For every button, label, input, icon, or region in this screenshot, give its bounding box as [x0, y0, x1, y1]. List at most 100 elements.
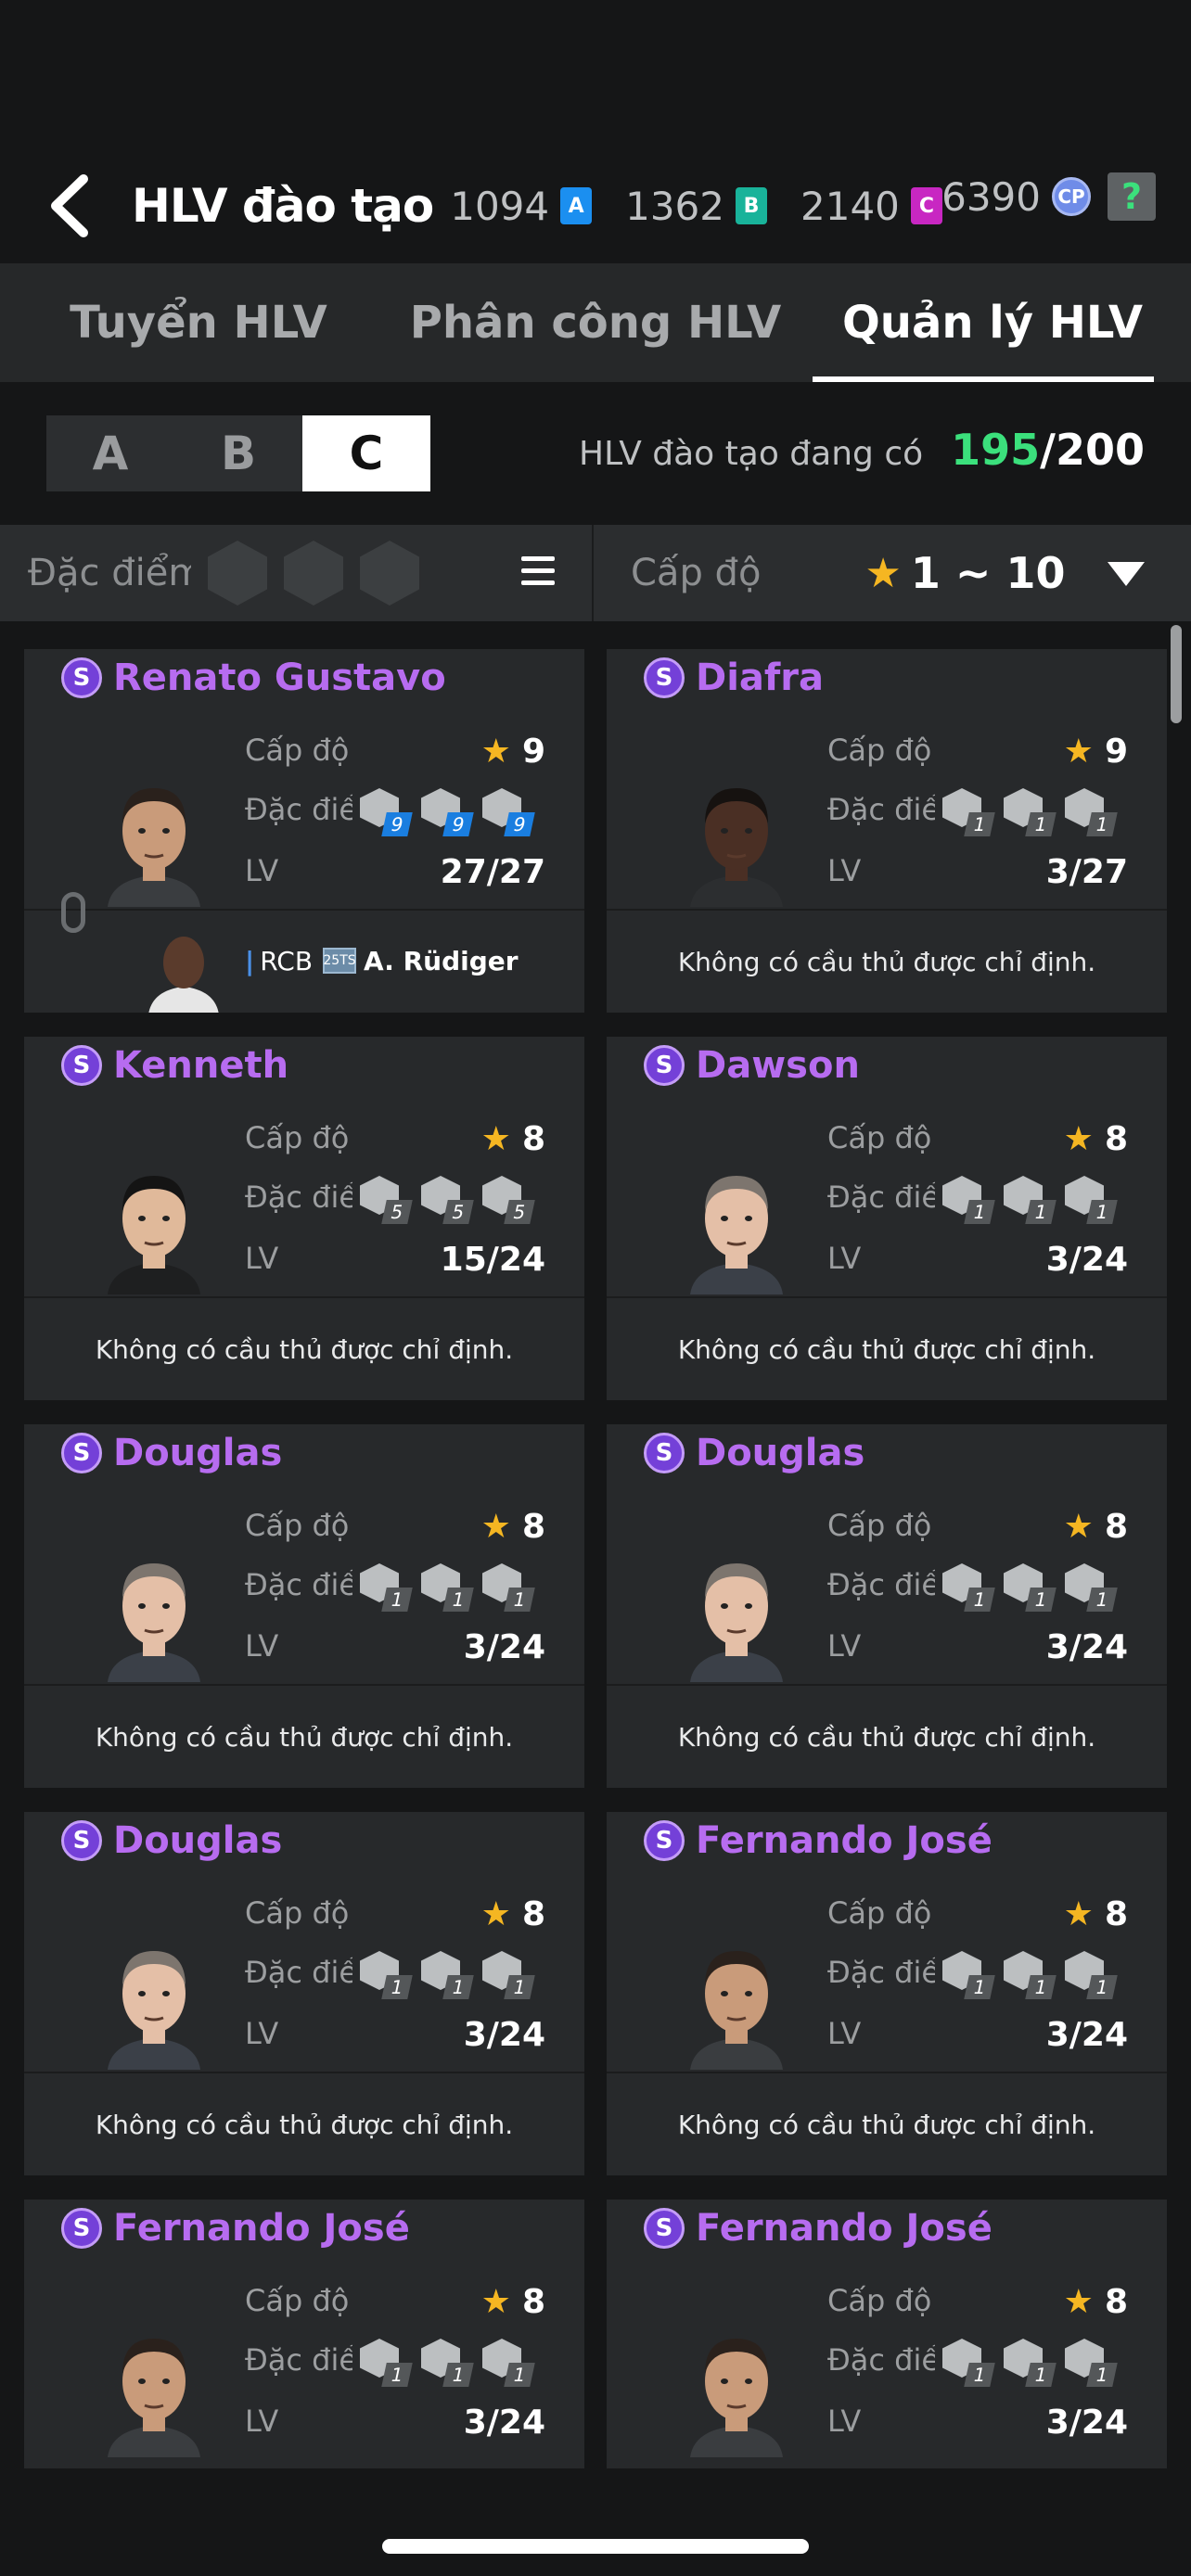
trait-icon[interactable]: 1: [356, 1947, 413, 1999]
trait-icon[interactable]: 9: [417, 784, 474, 836]
season-badge: 25TS: [323, 948, 356, 974]
trait-value: 1: [1025, 1200, 1057, 1224]
coach-count-current: 195: [951, 425, 1041, 475]
back-button[interactable]: [37, 173, 102, 238]
player-portrait: [148, 937, 219, 1013]
trait-value: 1: [1086, 1975, 1118, 1999]
coach-card[interactable]: SRenato Gustavo Cấp độ ★9 Đặc điểm 9 9 9 LV 27/2…: [24, 649, 584, 1013]
trait-filter[interactable]: Đặc điểm đ: [0, 525, 594, 621]
level-value: ★ 8: [480, 1120, 545, 1158]
trait-icon[interactable]: 1: [1000, 1172, 1057, 1224]
trait-icon[interactable]: 9: [356, 784, 413, 836]
star-icon: ★: [1063, 1120, 1094, 1158]
trait-value: 1: [964, 1975, 995, 1999]
coach-name: S Dawson: [644, 1044, 860, 1087]
grade-b-button[interactable]: B: [174, 415, 302, 491]
trait-icon[interactable]: 1: [939, 1560, 995, 1612]
trait-list: 1 1 1: [356, 1947, 540, 1999]
dropdown-arrow-icon[interactable]: [1108, 562, 1145, 586]
coach-name: S Fernando José: [644, 2207, 992, 2250]
traits-label: Đặc điểm: [245, 2342, 352, 2378]
coach-card[interactable]: SDouglas Cấp độ ★8 Đặc điểm 1 1 1 LV 3/24 Không c…: [24, 1812, 584, 2175]
trait-icon[interactable]: 5: [479, 1172, 535, 1224]
help-button[interactable]: ?: [1108, 172, 1156, 221]
trait-value: 1: [1086, 1200, 1118, 1224]
trait-icon[interactable]: 1: [356, 2335, 413, 2387]
coach-info: SDouglas Cấp độ ★8 Đặc điểm 1 1 1 LV 3/24: [607, 1424, 1167, 1682]
coach-info: SDiafraCấp độ ★9 Đặc điểm 1 1 1 LV 3/27: [607, 649, 1167, 907]
rank-badge-icon: S: [644, 1820, 685, 1861]
trait-icon[interactable]: 1: [1061, 2335, 1118, 2387]
trait-icon[interactable]: 1: [417, 1947, 474, 1999]
menu-icon[interactable]: [521, 556, 555, 593]
trait-icon[interactable]: 1: [1061, 784, 1118, 836]
trait-value: 1: [381, 1975, 413, 1999]
trait-icon[interactable]: 1: [939, 784, 995, 836]
coach-card[interactable]: SDawson Cấp độ ★8 Đặc điểm 1 1 1 LV 3/24 Không có…: [607, 1037, 1167, 1400]
coach-card[interactable]: SDouglas Cấp độ ★8 Đặc điểm 1 1 1 LV 3/24 Không c…: [607, 1424, 1167, 1788]
trait-icon[interactable]: 1: [939, 2335, 995, 2387]
trait-icon[interactable]: 5: [417, 1172, 474, 1224]
lv-value: 3/24: [1045, 2016, 1128, 2054]
trait-value: 5: [381, 1200, 413, 1224]
grade-a-button[interactable]: A: [46, 415, 174, 491]
tab-assign[interactable]: Phân công HLV: [397, 263, 794, 382]
coach-card[interactable]: SFernando José Cấp độ ★8 Đặc điểm 1 1 1 LV 3/24: [24, 2200, 584, 2468]
coach-card[interactable]: SFernando José Cấp độ ★8 Đặc điểm 1 1 1 LV 3/24 K…: [607, 1812, 1167, 2175]
home-indicator: [382, 2539, 809, 2554]
trait-icon[interactable]: 1: [1000, 1560, 1057, 1612]
traits-label: Đặc điểm: [827, 2342, 935, 2378]
coach-portrait: [108, 1951, 200, 2070]
grade-c-button[interactable]: C: [302, 415, 430, 491]
trait-value: 1: [442, 1588, 474, 1612]
coach-portrait: [690, 1176, 783, 1294]
trait-slot-icon[interactable]: [284, 541, 343, 606]
coach-card[interactable]: SDouglas Cấp độ ★8 Đặc điểm 1 1 1 LV 3/24 Không c…: [24, 1424, 584, 1788]
trait-icon[interactable]: 1: [479, 1560, 535, 1612]
cp-currency: 6390 CP ?: [941, 172, 1156, 221]
star-icon: ★: [1063, 733, 1094, 771]
level-filter-label: Cấp độ: [631, 552, 762, 594]
coach-portrait: [108, 2339, 200, 2457]
coach-name: S Renato Gustavo: [61, 657, 446, 699]
level-filter[interactable]: Cấp độ ★ 1 ~ 10: [594, 525, 1191, 621]
currency-c: 2140 C: [800, 184, 942, 229]
level-label: Cấp độ: [245, 1120, 350, 1155]
tab-recruit[interactable]: Tuyển HLV: [0, 263, 397, 382]
trait-icon[interactable]: 1: [479, 1947, 535, 1999]
coach-name: S Fernando José: [61, 2207, 410, 2250]
trait-icon[interactable]: 1: [939, 1172, 995, 1224]
scrollbar[interactable]: [1171, 625, 1182, 723]
assigned-player[interactable]: | RCB 25TS A. Rüdiger: [24, 892, 584, 1013]
trait-list: 1 1 1: [939, 2335, 1122, 2387]
rank-badge-icon: S: [61, 1820, 102, 1861]
currency-c-value: 2140: [800, 183, 900, 229]
coin-b-icon: B: [736, 187, 767, 224]
trait-slot-icon[interactable]: [208, 541, 267, 606]
coach-card[interactable]: SKenneth Cấp độ ★8 Đặc điểm 5 5 5 LV 15/24 Không …: [24, 1037, 584, 1400]
trait-icon[interactable]: 1: [356, 1560, 413, 1612]
trait-icon[interactable]: 5: [356, 1172, 413, 1224]
player-position: | RCB: [245, 946, 314, 976]
trait-icon[interactable]: 1: [1061, 1560, 1118, 1612]
trait-icon[interactable]: 1: [1061, 1947, 1118, 1999]
star-icon: ★: [864, 549, 902, 597]
coach-card[interactable]: SDiafraCấp độ ★9 Đặc điểm 1 1 1 LV 3/27 Không có…: [607, 649, 1167, 1013]
trait-icon[interactable]: 1: [1061, 1172, 1118, 1224]
trait-icon[interactable]: 1: [1000, 1947, 1057, 1999]
trait-icon[interactable]: 1: [1000, 2335, 1057, 2387]
trait-icon[interactable]: 1: [417, 1560, 474, 1612]
coach-portrait: [690, 1951, 783, 2070]
coach-card[interactable]: SFernando José Cấp độ ★8 Đặc điểm 1 1 1 LV 3/24: [607, 2200, 1167, 2468]
trait-icon[interactable]: 9: [479, 784, 535, 836]
no-player-text: Không có cầu thủ được chỉ định.: [607, 1296, 1167, 1400]
trait-slot-icon[interactable]: [360, 541, 419, 606]
tab-bar: Tuyển HLV Phân công HLV Quản lý HLV: [0, 263, 1191, 382]
trait-icon[interactable]: 1: [417, 2335, 474, 2387]
trait-icon[interactable]: 1: [939, 1947, 995, 1999]
no-player-text: Không có cầu thủ được chỉ định.: [24, 1296, 584, 1400]
trait-icon[interactable]: 1: [479, 2335, 535, 2387]
trait-icon[interactable]: 1: [1000, 784, 1057, 836]
tab-manage[interactable]: Quản lý HLV: [794, 263, 1191, 382]
lv-label: LV: [827, 1628, 862, 1664]
